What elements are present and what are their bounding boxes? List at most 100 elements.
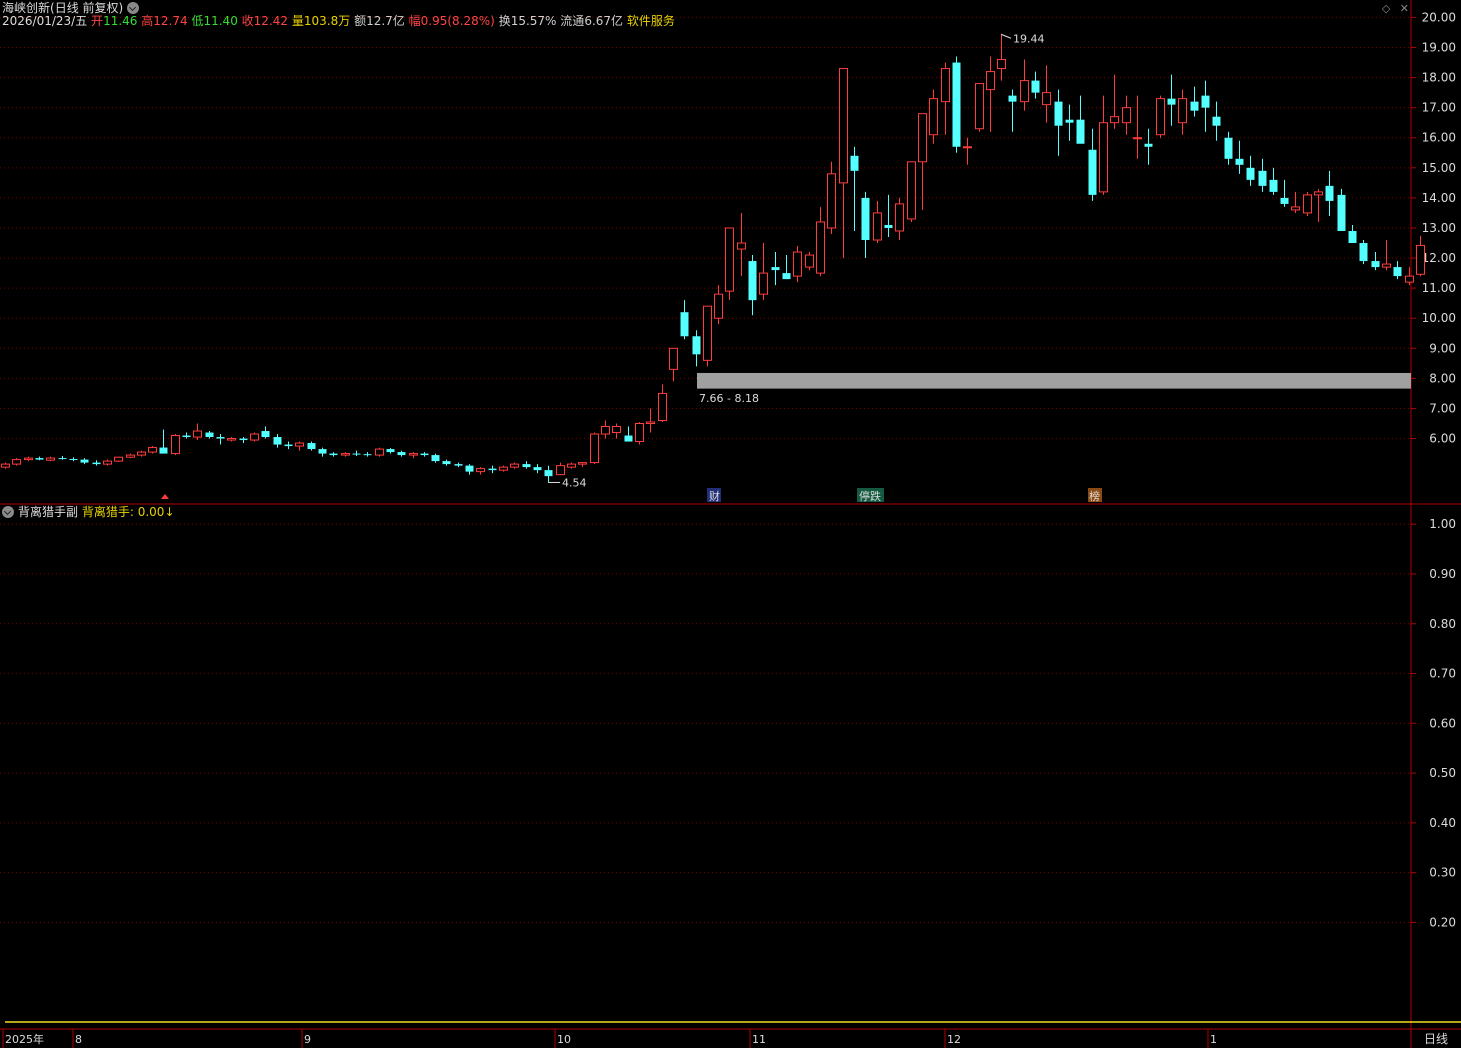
- time-axis-label: 8: [75, 1033, 82, 1046]
- amount-value: 12.7亿: [366, 14, 405, 28]
- change-label: 幅: [408, 14, 421, 28]
- candle-body-up: [409, 453, 418, 456]
- candle-body-down: [284, 444, 293, 447]
- price-axis-label: 6.00: [1429, 432, 1456, 446]
- candle-body-up: [24, 457, 33, 461]
- candle-body-up: [963, 146, 972, 149]
- low-value: 11.40: [203, 14, 238, 28]
- candle-body-down: [318, 449, 327, 454]
- indicator-axis-label: 0.20: [1429, 915, 1456, 929]
- candle-body-down: [1359, 243, 1368, 262]
- candle-body-down: [850, 155, 859, 171]
- close-label: 收: [241, 14, 254, 28]
- low-label: 低: [191, 14, 204, 28]
- quote-info-row: 2026/01/23/五 开11.46 高12.74 低11.40 收12.42…: [2, 13, 675, 29]
- indicator-axis-label: 0.70: [1429, 667, 1456, 681]
- finance-mark: 财: [709, 489, 720, 503]
- candle-body-up: [250, 433, 259, 441]
- candle-body-down: [442, 461, 451, 465]
- candle-body-down: [1031, 80, 1040, 93]
- candle-body-up: [827, 173, 836, 229]
- high-label: 高: [141, 14, 154, 28]
- price-axis-label: 16.00: [1422, 131, 1456, 145]
- candle-body-up: [578, 462, 587, 465]
- indicator-line-value: 0.00: [137, 505, 165, 519]
- indicator-axis-label: 0.60: [1429, 716, 1456, 730]
- up-triangle-icon: [161, 494, 169, 499]
- candle-body-down: [1393, 267, 1402, 277]
- candle-body-up: [567, 463, 576, 468]
- candle-body-up: [499, 466, 508, 471]
- price-axis-label: 14.00: [1422, 191, 1456, 205]
- high-value: 12.74: [153, 14, 188, 28]
- price-axis-label: 10.00: [1422, 311, 1456, 325]
- candle-body-down: [239, 438, 248, 441]
- price-axis-label: 13.00: [1422, 221, 1456, 235]
- window-controls: ◇ ✕: [1382, 2, 1409, 15]
- candle-body-down: [307, 443, 316, 450]
- candle-body-up: [929, 98, 938, 136]
- candle-body-up: [1178, 98, 1187, 124]
- candle-body-up: [725, 227, 734, 292]
- turnover-value: 15.57%: [510, 14, 557, 28]
- candle-body-up: [646, 421, 655, 425]
- candle-body-down: [465, 465, 474, 472]
- candle-body-up: [975, 83, 984, 130]
- candle-body-down: [1065, 119, 1074, 123]
- max-pointer: [1000, 33, 1012, 39]
- candle-body-up: [612, 426, 621, 434]
- candle-body-down: [884, 224, 893, 228]
- industry-link[interactable]: 软件服务: [627, 14, 675, 28]
- close-value: 12.42: [253, 14, 289, 28]
- candle-body-down: [261, 431, 270, 438]
- indicator-line-label: 背离猎手: [81, 505, 130, 519]
- candle-body-up: [714, 293, 723, 319]
- indicator-axis-label: 0.40: [1429, 816, 1456, 830]
- candle-body-up: [669, 347, 678, 370]
- candle-body-up: [873, 212, 882, 241]
- time-axis-label: 12: [947, 1033, 961, 1046]
- candle-body-down: [692, 336, 701, 355]
- candle-body-down: [454, 464, 463, 466]
- volume-label: 量: [291, 14, 304, 28]
- candle-body-up: [1156, 98, 1165, 136]
- candle-body-down: [1337, 194, 1346, 231]
- candle-body-down: [431, 455, 440, 462]
- candle-body-up: [1099, 122, 1108, 193]
- diamond-icon[interactable]: ◇: [1382, 2, 1390, 15]
- candle-body-up: [986, 71, 995, 91]
- indicator-header: 背离猎手副 背离猎手: 0.00↓: [2, 504, 175, 520]
- price-axis-label: 17.00: [1422, 101, 1456, 115]
- close-icon[interactable]: ✕: [1400, 2, 1409, 15]
- candle-body-up: [1303, 194, 1312, 214]
- candle-body-down: [533, 467, 542, 471]
- candle-body-up: [1110, 116, 1119, 124]
- candle-body-down: [1167, 98, 1176, 105]
- candle-body-down: [748, 261, 757, 301]
- candle-body-up: [1122, 107, 1131, 124]
- candle-body-down: [69, 458, 78, 460]
- chart-canvas[interactable]: 20.0019.0018.0017.0016.0015.0014.0013.00…: [0, 0, 1461, 1048]
- float-label: 流通: [560, 14, 585, 28]
- candle-body-down: [1269, 179, 1278, 192]
- candle-body-up: [227, 438, 236, 441]
- candle-body-up: [759, 272, 768, 295]
- candle-body-down: [1258, 170, 1267, 186]
- time-axis-label: 2025年: [5, 1032, 44, 1046]
- indicator-axis-label: 0.50: [1429, 766, 1456, 780]
- candle-body-up: [1, 463, 10, 468]
- candle-body-down: [680, 312, 689, 337]
- candle-body-up: [805, 254, 814, 268]
- candle-body-up: [941, 68, 950, 103]
- candle-body-down: [1088, 149, 1097, 195]
- candle-body-down: [624, 435, 633, 442]
- candle-body-up: [126, 454, 135, 458]
- candle-body-up: [341, 453, 350, 456]
- open-label: 开: [91, 14, 104, 28]
- candle-body-down: [216, 437, 225, 439]
- chevron-down-icon[interactable]: [2, 506, 14, 518]
- price-axis-label: 9.00: [1429, 341, 1456, 355]
- candle-body-down: [273, 437, 282, 445]
- time-axis-label: 1: [1210, 1033, 1217, 1046]
- indicator-name[interactable]: 背离猎手副: [18, 505, 78, 519]
